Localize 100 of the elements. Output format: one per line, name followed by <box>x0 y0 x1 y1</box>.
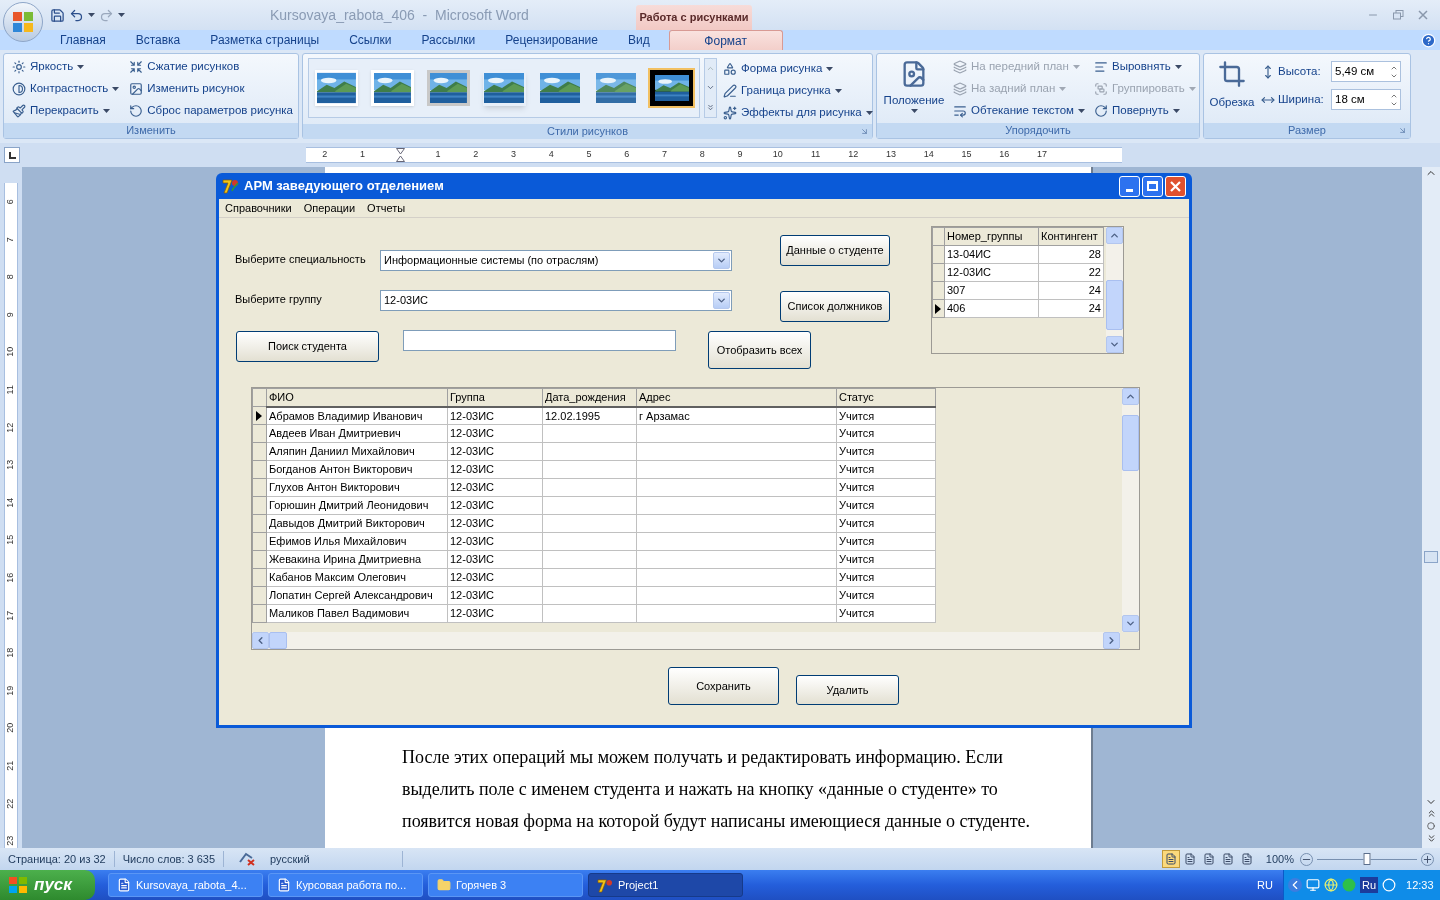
column-header[interactable]: Адрес <box>636 388 837 407</box>
group-title: Стили рисунков <box>547 124 628 140</box>
taskbar-button[interactable]: Горячев 3 <box>428 873 583 897</box>
save-button[interactable]: Сохранить <box>668 667 779 705</box>
ribbon-command[interactable]: Контрастность <box>10 78 122 100</box>
ribbon-command[interactable]: Сброс параметров рисунка <box>127 100 295 122</box>
ruler-number: 11 <box>809 148 822 162</box>
delete-button[interactable]: Удалить <box>796 675 899 705</box>
ruler-number: 11 <box>4 385 17 395</box>
field-label: Выберите группу <box>235 292 322 307</box>
ribbon-tab[interactable]: Главная <box>45 30 121 50</box>
ribbon-command[interactable]: Обтекание текстом <box>951 100 1089 122</box>
taskbar-button[interactable]: Kursovaya_rabota_4... <box>108 873 263 897</box>
keyboard-layout[interactable]: Ru <box>1360 876 1379 894</box>
tool-tab-group: Работа с рисунками <box>639 9 749 26</box>
taskbar-button[interactable]: Project1 <box>588 873 743 897</box>
ruler-number: 1 <box>359 148 367 162</box>
clock: 12:33 <box>1406 877 1434 893</box>
ribbon-command[interactable]: Выровнять <box>1092 56 1198 78</box>
column-header[interactable]: Статус <box>836 388 936 407</box>
dropdown-field[interactable]: Информационные системы (по отраслям) <box>380 250 732 271</box>
field-label: Ширина: <box>1278 91 1325 107</box>
ruler-number: 12 <box>4 422 17 433</box>
ruler-number: 8 <box>4 274 17 280</box>
window-title: Kursovaya_rabota_406 - Microsoft Word <box>270 5 529 25</box>
ribbon-tab[interactable]: Ссылки <box>334 30 407 50</box>
student-data-button[interactable]: Данные о студенте <box>780 235 890 266</box>
ruler-number: 6 <box>623 148 631 162</box>
ruler-number: 14 <box>4 497 17 508</box>
ribbon-tab[interactable]: Формат <box>668 30 783 50</box>
ruler-number: 1 <box>434 148 442 162</box>
ribbon-command[interactable]: Граница рисунка <box>721 80 875 102</box>
ruler-number: 21 <box>4 760 17 771</box>
ribbon-command[interactable]: Сжатие рисунков <box>127 56 295 78</box>
ruler-number: 8 <box>698 148 706 162</box>
spin-field[interactable]: 18 см <box>1331 89 1401 110</box>
ribbon-command[interactable]: Яркость <box>10 56 122 78</box>
ruler-number: 4 <box>547 148 555 162</box>
position-button[interactable]: Положение <box>880 56 948 122</box>
group-title: Изменить <box>126 123 176 139</box>
ruler-number: 17 <box>1036 148 1049 162</box>
ruler-number: 7 <box>4 236 17 242</box>
group-title: Упорядочить <box>1005 123 1071 139</box>
crop-button[interactable]: Обрезка <box>1207 56 1257 112</box>
language-indicator[interactable]: RU <box>1257 876 1273 894</box>
ruler-number: 13 <box>4 459 17 470</box>
word-count[interactable]: Число слов: 3 635 <box>114 850 225 868</box>
column-header[interactable]: Дата_рождения <box>542 388 637 407</box>
ruler-number: 9 <box>736 148 744 162</box>
ribbon-tab[interactable]: Рассылки <box>406 30 491 50</box>
ribbon-tab[interactable]: Вид <box>612 30 665 50</box>
ruler-number: 15 <box>960 148 973 162</box>
ruler-number: 10 <box>4 347 17 358</box>
ruler-number: 6 <box>4 199 17 205</box>
ruler-number: 18 <box>4 647 17 658</box>
menu-item[interactable]: Справочники <box>225 199 292 217</box>
taskbar-button[interactable]: Курсовая работа по... <box>268 873 423 897</box>
menu-item[interactable]: Операции <box>303 199 356 217</box>
page-count[interactable]: Страница: 20 из 32 <box>0 850 115 868</box>
paragraph: После этих операций мы можем получать и редактировать информацию. Если выделить поле с именем студента и нажать на кнопку «данные о студенте» то появится новая форма на которой будут написаны имеющиеся данные о студенте. <box>402 746 1032 833</box>
ribbon-command[interactable]: Изменить рисунок <box>127 78 295 100</box>
ruler-number: 5 <box>585 148 593 162</box>
show-all-button[interactable]: Отобразить всех <box>708 331 811 369</box>
ruler-number: 10 <box>771 148 784 162</box>
ruler-number: 14 <box>922 148 935 162</box>
field-label: Высота: <box>1278 63 1322 79</box>
ruler-number: 19 <box>4 685 17 696</box>
ruler-number: 2 <box>472 148 480 162</box>
window-title: АРМ заведующего отделением <box>244 177 445 196</box>
ribbon-command[interactable]: Эффекты для рисунка <box>721 102 875 124</box>
ruler-number: 23 <box>4 835 17 846</box>
group-title: Размер <box>1288 123 1326 139</box>
field-label: Выберите специальность <box>235 252 366 267</box>
menu-item[interactable]: Отчеты <box>367 199 406 217</box>
ruler-number: 20 <box>4 723 17 734</box>
dropdown-field[interactable]: 12-03ИС <box>380 290 732 311</box>
ruler-number: 7 <box>661 148 669 162</box>
column-header[interactable]: Контингент <box>1038 227 1104 246</box>
spin-field[interactable]: 5,49 см <box>1331 61 1401 82</box>
ruler-number: 12 <box>847 148 860 162</box>
zoom-level[interactable]: 100% <box>1265 850 1294 868</box>
ribbon-command[interactable]: Повернуть <box>1092 100 1198 122</box>
column-header[interactable]: ФИО <box>266 388 448 407</box>
ribbon-tab[interactable]: Разметка страницы <box>195 30 335 50</box>
language[interactable]: русский <box>270 850 403 868</box>
ribbon-tab[interactable]: Рецензирование <box>490 30 613 50</box>
ruler-number: 9 <box>4 312 17 318</box>
ribbon-tab[interactable]: Вставка <box>120 30 196 50</box>
column-header[interactable]: Номер_группы <box>944 227 1039 246</box>
ribbon-command[interactable]: Форма рисунка <box>721 58 875 80</box>
ruler-number: 16 <box>998 148 1011 162</box>
ruler-number: 15 <box>4 535 17 546</box>
column-header[interactable]: Группа <box>447 388 543 407</box>
ruler-number: 16 <box>4 572 17 583</box>
ribbon-command[interactable]: Перекрасить <box>10 100 122 122</box>
ruler-number: 17 <box>4 610 17 621</box>
debtors-button[interactable]: Список должников <box>780 291 890 322</box>
ruler-number: 22 <box>4 798 17 809</box>
search-button[interactable]: Поиск студента <box>236 331 379 362</box>
ruler-number: 2 <box>321 148 329 162</box>
